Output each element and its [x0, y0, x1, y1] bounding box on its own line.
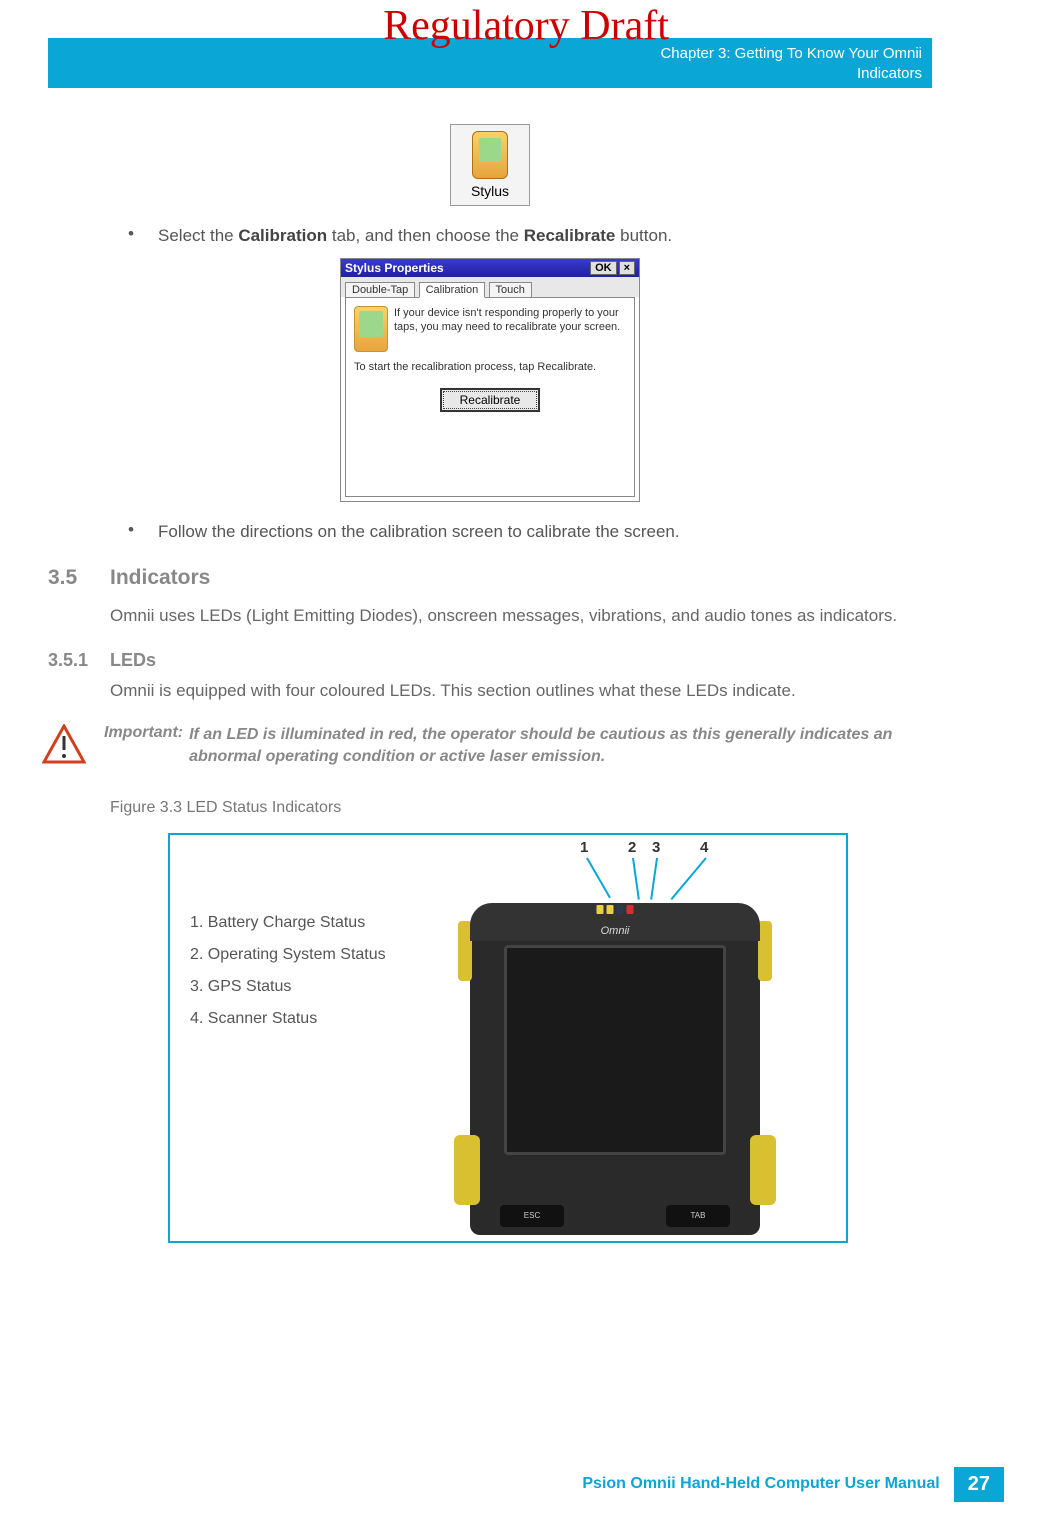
legend-4: 4. Scanner Status — [190, 1003, 386, 1035]
device-grip-right — [750, 1135, 776, 1205]
footer-manual-title: Psion Omnii Hand-Held Computer User Manu… — [568, 1467, 953, 1502]
callout-3: 3 — [652, 839, 660, 856]
dialog-titlebar: Stylus Properties OK × — [341, 259, 639, 277]
text-bold: Recalibrate — [524, 226, 616, 245]
callout-2: 2 — [628, 839, 636, 856]
callout-1: 1 — [580, 839, 588, 856]
led-legend: 1. Battery Charge Status 2. Operating Sy… — [190, 907, 386, 1035]
led-4 — [627, 905, 634, 914]
bullet-1-text: Select the Calibration tab, and then cho… — [158, 224, 932, 248]
watermark-text: Regulatory Draft — [0, 2, 1052, 50]
stylus-mini-icon — [354, 306, 388, 352]
omnii-device: Omnii ESC TAB — [460, 875, 770, 1235]
device-screen — [504, 945, 726, 1155]
bullet-1: • Select the Calibration tab, and then c… — [128, 224, 932, 248]
led-1 — [597, 905, 604, 914]
header-line-2: Indicators — [58, 64, 922, 84]
section-3-5-body: Omnii uses LEDs (Light Emitting Diodes),… — [110, 604, 932, 629]
callout-4: 4 — [700, 839, 708, 856]
dialog-text-2: To start the recalibration process, tap … — [354, 360, 626, 374]
stylus-properties-dialog: Stylus Properties OK × Double-Tap Calibr… — [340, 258, 640, 502]
important-text: If an LED is illuminated in red, the ope… — [189, 724, 932, 769]
close-button[interactable]: × — [619, 261, 635, 275]
legend-2: 2. Operating System Status — [190, 939, 386, 971]
stylus-icon-box: Stylus — [450, 124, 530, 206]
bullet-2: • Follow the directions on the calibrati… — [128, 520, 932, 544]
figure-3-3: 1. Battery Charge Status 2. Operating Sy… — [168, 833, 848, 1243]
led-2 — [607, 905, 614, 914]
section-3-5-1: 3.5.1 LEDs — [48, 650, 932, 671]
figure-caption: Figure 3.3 LED Status Indicators — [110, 799, 932, 817]
section-title: Indicators — [110, 566, 210, 590]
tab-double-tap[interactable]: Double-Tap — [345, 282, 415, 298]
dialog-tabs: Double-Tap Calibration Touch — [341, 277, 639, 297]
tab-touch[interactable]: Touch — [489, 282, 532, 298]
recalibrate-button[interactable]: Recalibrate — [440, 388, 541, 412]
key-tab: TAB — [666, 1205, 730, 1227]
warning-icon — [42, 724, 86, 764]
stylus-icon-label: Stylus — [455, 183, 525, 199]
ok-button[interactable]: OK — [590, 261, 617, 275]
section-number: 3.5 — [48, 566, 110, 590]
legend-1: 1. Battery Charge Status — [190, 907, 386, 939]
dialog-body: If your device isn't responding properly… — [345, 297, 635, 497]
section-3-5: 3.5 Indicators — [48, 566, 932, 590]
device-brand: Omnii — [460, 925, 770, 937]
section-title: LEDs — [110, 650, 156, 671]
legend-3: 3. GPS Status — [190, 971, 386, 1003]
device-grip-left — [454, 1135, 480, 1205]
bullet-marker: • — [128, 224, 158, 248]
text: Select the — [158, 226, 238, 245]
tab-calibration[interactable]: Calibration — [419, 282, 486, 298]
important-label: Important: — [104, 724, 183, 769]
key-esc: ESC — [500, 1205, 564, 1227]
page-footer: Psion Omnii Hand-Held Computer User Manu… — [568, 1467, 1004, 1502]
bullet-marker: • — [128, 520, 158, 544]
led-strip — [597, 905, 634, 914]
important-note: Important: If an LED is illuminated in r… — [48, 724, 932, 769]
led-3 — [617, 905, 624, 914]
dialog-title: Stylus Properties — [345, 261, 588, 275]
section-3-5-1-body: Omnii is equipped with four coloured LED… — [110, 679, 932, 704]
text-bold: Calibration — [238, 226, 327, 245]
bullet-2-text: Follow the directions on the calibration… — [158, 520, 932, 544]
footer-page-number: 27 — [954, 1467, 1004, 1502]
page-content: Stylus • Select the Calibration tab, and… — [48, 110, 932, 1456]
text: button. — [615, 226, 672, 245]
text: tab, and then choose the — [327, 226, 524, 245]
dialog-text-1: If your device isn't responding properly… — [394, 306, 626, 352]
stylus-icon — [472, 131, 508, 179]
section-number: 3.5.1 — [48, 650, 110, 671]
device-keys: ESC TAB — [500, 1205, 730, 1227]
